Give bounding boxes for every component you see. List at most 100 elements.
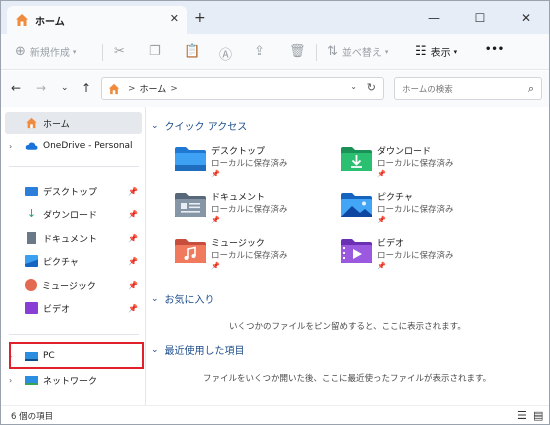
more-options-button[interactable]: ••• bbox=[485, 44, 504, 55]
pin-icon[interactable]: 📌 bbox=[128, 187, 138, 196]
chevron-down-icon: ⌄ bbox=[151, 293, 159, 304]
nav-item-documents[interactable]: ドキュメント 📌 bbox=[5, 227, 142, 249]
pin-icon[interactable]: 📌 bbox=[128, 257, 138, 266]
section-recent[interactable]: ⌄ 最近使用した項目 bbox=[151, 342, 245, 358]
up-arrow-icon[interactable]: ↑ bbox=[81, 81, 91, 95]
view-icon: ☷ bbox=[415, 44, 427, 59]
folder-status: ローカルに保存済み bbox=[377, 251, 454, 261]
network-icon bbox=[25, 375, 38, 385]
address-bar[interactable]: > ホーム > ⌄ ↻ bbox=[101, 77, 384, 100]
maximize-button[interactable]: ☐ bbox=[457, 1, 503, 34]
recent-empty-message: ファイルをいくつか開いた後、ここに最近使ったファイルが表示されます。 bbox=[203, 374, 492, 384]
section-title: 最近使用した項目 bbox=[164, 346, 245, 357]
paste-button[interactable]: 📋 bbox=[184, 44, 204, 59]
details-view-icon[interactable]: ☰ bbox=[517, 409, 527, 422]
videos-folder-icon bbox=[341, 239, 372, 263]
title-bar: ホーム ✕ + — ☐ ✕ bbox=[1, 1, 549, 34]
refresh-icon[interactable]: ↻ bbox=[367, 81, 376, 94]
folder-name: ドキュメント bbox=[211, 193, 266, 203]
search-input[interactable]: ホームの検索 ⌕ bbox=[394, 77, 542, 100]
folder-videos[interactable]: ビデオ ローカルに保存済み 📌 bbox=[340, 235, 510, 275]
pin-icon: 📌 bbox=[211, 170, 220, 178]
section-quick-access[interactable]: ⌄ クイック アクセス bbox=[151, 118, 248, 134]
trash-icon: 🗑 bbox=[289, 44, 306, 59]
cut-button[interactable]: ✂ bbox=[114, 44, 129, 59]
command-bar: ⊕ 新規作成 ▾ ✂ ❐ 📋 Ⓐ ⇪ 🗑 ⇅ 並べ替え ▾ ☷ 表示 ▾ ••• bbox=[1, 34, 549, 70]
download-icon: ↓ bbox=[26, 207, 37, 220]
nav-item-label: ミュージック bbox=[42, 281, 96, 292]
search-icon: ⌕ bbox=[527, 82, 534, 95]
pin-icon[interactable]: 📌 bbox=[128, 281, 138, 290]
view-button[interactable]: ☷ 表示 ▾ bbox=[415, 44, 457, 59]
close-button[interactable]: ✕ bbox=[503, 1, 549, 34]
navigation-pane: ホーム › OneDrive - Personal デスクトップ 📌 ↓ ダウン… bbox=[1, 107, 146, 405]
nav-item-onedrive[interactable]: › OneDrive - Personal bbox=[5, 135, 142, 157]
folder-desktop[interactable]: デスクトップ ローカルに保存済み 📌 bbox=[174, 143, 344, 183]
pin-icon: 📌 bbox=[377, 262, 386, 270]
folder-status: ローカルに保存済み bbox=[377, 205, 454, 215]
music-folder-icon bbox=[175, 239, 206, 263]
folder-downloads[interactable]: ダウンロード ローカルに保存済み 📌 bbox=[340, 143, 510, 183]
tab-home[interactable]: ホーム ✕ bbox=[7, 6, 187, 34]
expand-chevron-icon[interactable]: › bbox=[9, 376, 12, 385]
nav-item-label: ダウンロード bbox=[43, 210, 98, 221]
share-button[interactable]: ⇪ bbox=[254, 44, 269, 59]
chevron-down-icon: ▾ bbox=[453, 47, 458, 56]
pc-highlight-box bbox=[9, 342, 144, 369]
copy-button[interactable]: ❐ bbox=[149, 44, 165, 59]
address-row: ← → ⌄ ↑ > ホーム > ⌄ ↻ ホームの検索 ⌕ bbox=[1, 71, 549, 107]
home-icon bbox=[16, 14, 28, 26]
folder-music[interactable]: ミュージック ローカルに保存済み 📌 bbox=[174, 235, 344, 275]
nav-item-videos[interactable]: ビデオ 📌 bbox=[5, 297, 142, 319]
forward-arrow-icon[interactable]: → bbox=[36, 81, 46, 95]
pin-icon: 📌 bbox=[211, 262, 220, 270]
file-explorer-window: ホーム ✕ + — ☐ ✕ ⊕ 新規作成 ▾ ✂ ❐ 📋 Ⓐ ⇪ 🗑 ⇅ 並べ替… bbox=[0, 0, 550, 425]
nav-item-home[interactable]: ホーム bbox=[5, 112, 142, 134]
nav-item-label: OneDrive - Personal bbox=[43, 141, 133, 151]
nav-item-label: デスクトップ bbox=[43, 187, 98, 198]
nav-item-label: ホーム bbox=[43, 119, 70, 130]
folder-name: ビデオ bbox=[377, 239, 405, 249]
folder-name: ピクチャ bbox=[377, 193, 413, 203]
nav-item-label: ピクチャ bbox=[43, 257, 79, 268]
nav-item-label: ネットワーク bbox=[43, 376, 98, 387]
video-icon bbox=[25, 302, 38, 314]
nav-item-pictures[interactable]: ピクチャ 📌 bbox=[5, 250, 142, 272]
new-button[interactable]: ⊕ 新規作成 ▾ bbox=[15, 44, 76, 59]
nav-item-network[interactable]: › ネットワーク bbox=[5, 369, 142, 391]
rename-button[interactable]: Ⓐ bbox=[219, 44, 236, 63]
delete-button[interactable]: 🗑 bbox=[289, 44, 310, 59]
folder-documents[interactable]: ドキュメント ローカルに保存済み 📌 bbox=[174, 189, 344, 229]
nav-item-desktop[interactable]: デスクトップ 📌 bbox=[5, 180, 142, 202]
section-favorites[interactable]: ⌄ お気に入り bbox=[151, 291, 215, 307]
tab-close-icon[interactable]: ✕ bbox=[170, 12, 179, 25]
back-arrow-icon[interactable]: ← bbox=[11, 81, 21, 95]
pin-icon[interactable]: 📌 bbox=[128, 304, 138, 313]
folder-status: ローカルに保存済み bbox=[377, 159, 454, 169]
folder-status: ローカルに保存済み bbox=[211, 205, 288, 215]
sort-button[interactable]: ⇅ 並べ替え ▾ bbox=[327, 44, 388, 59]
nav-item-label: ビデオ bbox=[43, 304, 71, 315]
new-tab-button[interactable]: + bbox=[194, 10, 206, 26]
nav-item-downloads[interactable]: ↓ ダウンロード 📌 bbox=[5, 203, 142, 225]
pictures-icon bbox=[25, 255, 38, 267]
breadcrumb-separator: > bbox=[128, 83, 136, 94]
recent-locations-chevron-icon[interactable]: ⌄ bbox=[61, 83, 69, 93]
breadcrumb-separator: > bbox=[170, 83, 178, 94]
folder-pictures[interactable]: ピクチャ ローカルに保存済み 📌 bbox=[340, 189, 510, 229]
expand-chevron-icon[interactable]: › bbox=[9, 142, 12, 151]
section-title: クイック アクセス bbox=[164, 122, 248, 133]
address-history-chevron-icon[interactable]: ⌄ bbox=[350, 82, 357, 91]
large-icons-view-icon[interactable]: ▤ bbox=[533, 409, 543, 422]
breadcrumb-home[interactable]: ホーム bbox=[140, 82, 167, 95]
pin-icon[interactable]: 📌 bbox=[128, 234, 138, 243]
cloud-icon bbox=[25, 142, 38, 150]
nav-item-music[interactable]: ミュージック 📌 bbox=[5, 274, 142, 296]
pin-icon: 📌 bbox=[377, 216, 386, 224]
home-icon bbox=[108, 83, 120, 94]
document-icon bbox=[27, 232, 36, 244]
pin-icon[interactable]: 📌 bbox=[128, 210, 138, 219]
minimize-button[interactable]: — bbox=[411, 1, 457, 34]
scissors-icon: ✂ bbox=[114, 44, 125, 59]
downloads-folder-icon bbox=[341, 147, 372, 171]
